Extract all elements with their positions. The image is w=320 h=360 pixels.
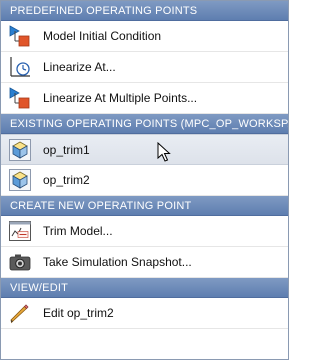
menu-item-edit-op-trim2[interactable]: Edit op_trim2 (1, 298, 288, 329)
menu-item-linearize-multiple-points[interactable]: Linearize At Multiple Points... (1, 83, 288, 114)
section-header-predefined: PREDEFINED OPERATING POINTS (1, 1, 288, 21)
menu-item-op-trim2[interactable]: op_trim2 (1, 165, 288, 196)
menu-item-label: Take Simulation Snapshot... (43, 255, 192, 269)
linearize-multiple-points-icon (8, 86, 32, 110)
menu-item-label: Linearize At... (43, 60, 116, 74)
mouse-cursor-icon (157, 141, 171, 162)
section-header-existing: EXISTING OPERATING POINTS (MPC_OP_WORKSP… (1, 114, 288, 134)
menu-item-model-initial-condition[interactable]: Model Initial Condition (1, 21, 288, 52)
operating-point-cube-icon (8, 168, 32, 192)
model-initial-condition-icon (8, 24, 32, 48)
menu-item-label: Model Initial Condition (43, 29, 162, 43)
menu-item-trim-model[interactable]: Trim Model... (1, 216, 288, 247)
menu-item-label: op_trim1 (43, 142, 90, 157)
menu-item-label: Trim Model... (43, 224, 113, 238)
menu-item-linearize-at[interactable]: Linearize At... (1, 52, 288, 83)
menu-item-label: Linearize At Multiple Points... (43, 91, 198, 105)
trim-model-icon (8, 219, 32, 243)
pencil-icon (8, 301, 32, 325)
linearize-at-icon (8, 55, 32, 79)
menu-item-take-simulation-snapshot[interactable]: Take Simulation Snapshot... (1, 247, 288, 278)
menu-item-op-trim1[interactable]: op_trim1 (1, 134, 288, 165)
menu-item-label: op_trim2 (43, 173, 90, 187)
operating-point-cube-icon (8, 138, 32, 162)
camera-icon (8, 250, 32, 274)
operating-point-menu: PREDEFINED OPERATING POINTS Model Initia… (0, 0, 289, 360)
menu-item-label: Edit op_trim2 (43, 306, 114, 320)
section-header-view-edit: VIEW/EDIT (1, 278, 288, 298)
section-header-create-new: CREATE NEW OPERATING POINT (1, 196, 288, 216)
